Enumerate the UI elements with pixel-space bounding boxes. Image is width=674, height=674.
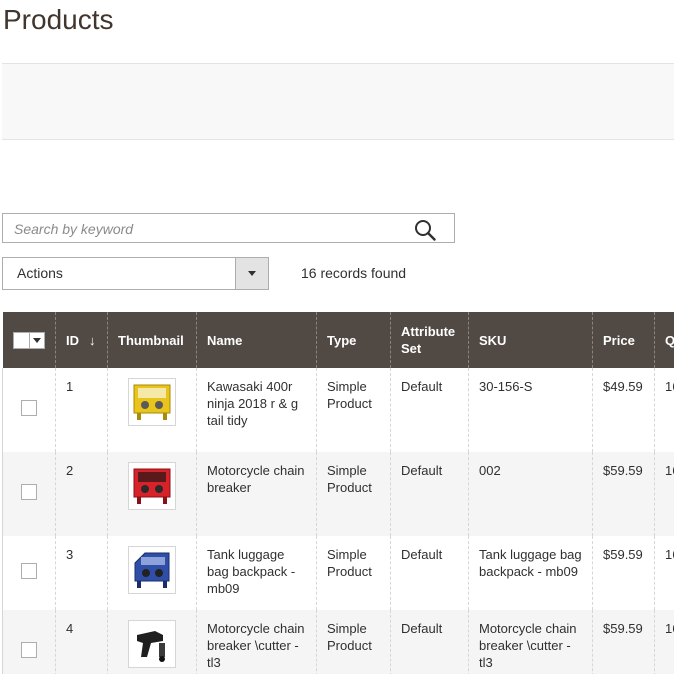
row-checkbox[interactable] (21, 642, 37, 658)
table-row[interactable]: 4 Motorcycle chain breaker \cutter - tl3… (2, 610, 674, 674)
row-checkbox[interactable] (21, 484, 37, 500)
column-thumbnail-label: Thumbnail (118, 332, 184, 348)
row-select-cell (2, 610, 56, 674)
records-found-count: 16 records found (301, 265, 407, 281)
mass-select-checkbox[interactable] (12, 332, 45, 350)
cell-name: Kawasaki 400r ninja 2018 r & g tail tidy (196, 368, 317, 452)
search-box (2, 213, 455, 243)
sandblast-cabinet-image (134, 552, 170, 588)
cell-name: Tank luggage bag backpack - mb09 (196, 536, 317, 610)
select-all-box[interactable] (13, 333, 28, 349)
column-sku[interactable]: SKU (468, 312, 593, 368)
table-row[interactable]: 3 Tank luggage bag backpack - mb09 Simpl… (2, 536, 674, 610)
cell-sku: Motorcycle chain breaker \cutter - tl3 (468, 610, 593, 674)
product-table: ID ↓ Thumbnail Name Type Attribute Set SK… (2, 312, 674, 674)
cell-thumbnail (107, 368, 197, 452)
cell-quantity: 16 (654, 536, 674, 610)
cell-attribute-set: Default (390, 610, 469, 674)
page-actions-bar (2, 63, 674, 140)
products-page: Products Actions 16 records found (0, 0, 674, 674)
cell-attribute-set: Default (390, 536, 469, 610)
cell-name: Motorcycle chain breaker \cutter - tl3 (196, 610, 317, 674)
column-type-label: Type (327, 332, 357, 348)
column-name[interactable]: Name (196, 312, 317, 368)
cell-sku: 002 (468, 452, 593, 536)
sandblast-cabinet-image (133, 384, 171, 420)
cell-price: $59.59 (592, 610, 655, 674)
mass-select-toggle[interactable] (28, 333, 44, 349)
product-thumbnail[interactable] (128, 620, 176, 668)
actions-dropdown-label: Actions (17, 265, 63, 281)
cell-price: $59.59 (592, 536, 655, 610)
product-thumbnail[interactable] (128, 462, 176, 510)
cell-id: 2 (55, 452, 108, 536)
sort-arrow-icon: ↓ (89, 332, 96, 348)
mass-action-column (2, 312, 56, 368)
chevron-down-icon (248, 271, 256, 276)
column-id[interactable]: ID ↓ (55, 312, 108, 368)
row-select-cell (2, 368, 56, 452)
row-select-cell (2, 536, 56, 610)
actions-dropdown-toggle[interactable] (235, 258, 268, 289)
column-type[interactable]: Type (316, 312, 391, 368)
cell-id: 4 (55, 610, 108, 674)
column-name-label: Name (207, 332, 243, 348)
product-grid: ID ↓ Thumbnail Name Type Attribute Set SK… (2, 312, 674, 674)
column-attribute-set[interactable]: Attribute Set (390, 312, 469, 368)
row-checkbox[interactable] (21, 563, 37, 579)
column-sku-label: SKU (479, 332, 507, 348)
column-price[interactable]: Price (592, 312, 655, 368)
cell-price: $49.59 (592, 368, 655, 452)
sandblast-cabinet-image (133, 468, 171, 504)
cell-thumbnail (107, 610, 197, 674)
table-row[interactable]: 1 Kawasaki 400r ninja 2018 r & g tail ti… (2, 368, 674, 452)
actions-dropdown[interactable]: Actions (2, 257, 269, 290)
cell-quantity: 16 (654, 368, 674, 452)
cell-attribute-set: Default (390, 452, 469, 536)
page-title: Products (3, 4, 114, 35)
cell-type: Simple Product (316, 452, 391, 536)
column-id-label: ID (66, 332, 79, 348)
cell-quantity: 16 (654, 610, 674, 674)
table-row[interactable]: 2 Motorcycle chain breaker Simple Produc… (2, 452, 674, 536)
cell-type: Simple Product (316, 536, 391, 610)
row-select-cell (2, 452, 56, 536)
cell-attribute-set: Default (390, 368, 469, 452)
cell-sku: Tank luggage bag backpack - mb09 (468, 536, 593, 610)
cell-id: 3 (55, 536, 108, 610)
table-header-row: ID ↓ Thumbnail Name Type Attribute Set SK… (2, 312, 674, 368)
search-input[interactable] (14, 219, 394, 239)
cell-thumbnail (107, 536, 197, 610)
search-icon[interactable] (414, 219, 436, 241)
chevron-down-icon (32, 338, 41, 344)
column-quantity-label: Q (665, 332, 674, 348)
cell-id: 1 (55, 368, 108, 452)
row-checkbox[interactable] (21, 400, 37, 416)
cell-thumbnail (107, 452, 197, 536)
cell-price: $59.59 (592, 452, 655, 536)
column-quantity[interactable]: Q (654, 312, 674, 368)
cell-name: Motorcycle chain breaker (196, 452, 317, 536)
cell-type: Simple Product (316, 368, 391, 452)
column-thumbnail: Thumbnail (107, 312, 197, 368)
cell-type: Simple Product (316, 610, 391, 674)
product-thumbnail[interactable] (128, 378, 176, 426)
spray-gun-image (137, 631, 165, 662)
cell-sku: 30-156-S (468, 368, 593, 452)
product-thumbnail[interactable] (128, 546, 176, 594)
column-price-label: Price (603, 332, 635, 348)
column-attribute-set-label: Attribute Set (401, 324, 456, 356)
cell-quantity: 16 (654, 452, 674, 536)
